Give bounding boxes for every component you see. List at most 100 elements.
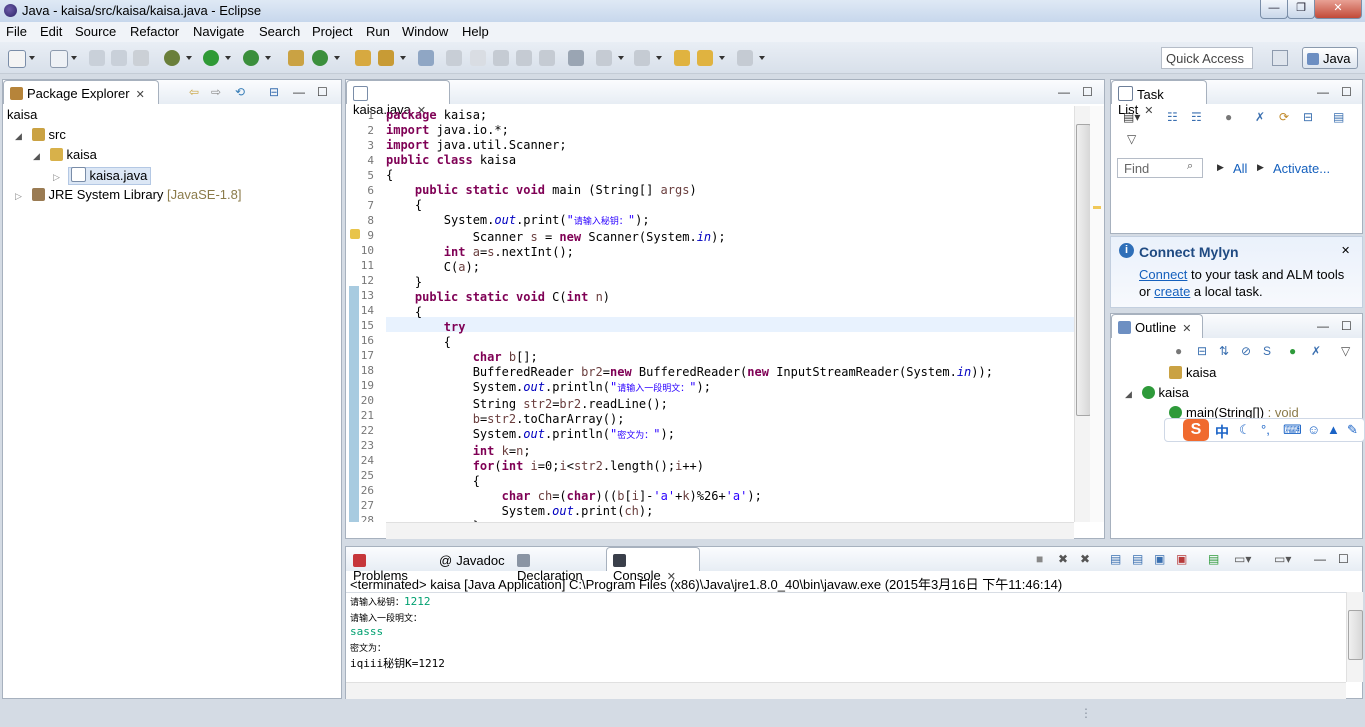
hide-static-icon[interactable]: ⊘ — [1241, 344, 1251, 358]
dropdown-chevron-icon[interactable]: ▽ — [1127, 132, 1136, 146]
back-nav-icon[interactable]: ⇦ — [189, 85, 199, 99]
next-annotation-icon[interactable] — [596, 50, 612, 66]
create-link[interactable]: create — [1154, 284, 1190, 299]
activate-link[interactable]: Activate... — [1273, 161, 1330, 176]
show-stdout-icon[interactable]: ▣ — [1154, 552, 1165, 566]
last-edit-icon[interactable] — [674, 50, 690, 66]
close-button[interactable]: ✕ — [1314, 0, 1362, 19]
menu-refactor[interactable]: Refactor — [130, 24, 179, 39]
punctuation-icon[interactable]: °, — [1261, 422, 1270, 437]
editor-text-area[interactable]: 1 2 3 4 5 6 7 8 9 10 11 12 13 14 15 16 17 18 19 20 21 22 23 24 2… — [346, 106, 1076, 522]
open-task-icon[interactable] — [418, 50, 434, 66]
mark-occurrences-icon[interactable] — [470, 50, 486, 66]
remove-launch-icon[interactable]: ✖ — [1058, 552, 1068, 566]
collapse-all-icon[interactable]: ⊟ — [1303, 110, 1313, 124]
view-menu-icon[interactable]: ▤ — [1333, 110, 1344, 124]
new-icon[interactable] — [8, 50, 26, 68]
search-tool-icon[interactable] — [378, 50, 394, 66]
new-java-package-icon[interactable] — [288, 50, 304, 66]
hide-local-types-icon[interactable]: ✗ — [1311, 344, 1321, 358]
skip-breakpoints-icon[interactable] — [568, 50, 584, 66]
scheduled-icon[interactable]: ☶ — [1191, 110, 1202, 124]
toggle-block-icon[interactable] — [493, 50, 509, 66]
maximize-view-icon[interactable]: ☐ — [1338, 552, 1349, 566]
quick-access-field[interactable]: Quick Access — [1161, 47, 1253, 69]
open-console-icon[interactable]: ▭▾ — [1274, 552, 1291, 566]
scroll-lock-icon[interactable]: ▤ — [1132, 552, 1143, 566]
java-perspective-button[interactable]: Java — [1302, 47, 1358, 69]
forward-icon[interactable] — [737, 50, 753, 66]
view-menu-icon[interactable]: ▽ — [1341, 344, 1350, 358]
minimize-view-icon[interactable]: — — [1317, 85, 1329, 99]
tree-item-kaisa-package[interactable]: ◢ kaisa — [33, 147, 97, 162]
console-vertical-scrollbar[interactable] — [1346, 592, 1363, 682]
terminate-icon[interactable]: ■ — [1036, 552, 1043, 566]
display-console-icon[interactable]: ▭▾ — [1234, 552, 1251, 566]
editor-vertical-scrollbar[interactable] — [1074, 106, 1091, 522]
new-task-icon[interactable]: ▤▾ — [1123, 110, 1140, 124]
minimize-view-icon[interactable]: — — [1314, 552, 1326, 566]
console-horizontal-scrollbar[interactable] — [346, 682, 1346, 699]
menu-project[interactable]: Project — [312, 24, 352, 39]
all-link[interactable]: All — [1233, 161, 1247, 176]
toggle-ant-icon[interactable] — [446, 50, 462, 66]
console-output[interactable]: 请输入秘钥：1212 请输入一段明文： sasss 密文为： iqiii秘钥K=… — [346, 592, 1346, 683]
moon-icon[interactable]: ☾ — [1239, 422, 1251, 438]
tree-item-src[interactable]: ◢ src — [15, 127, 66, 142]
focus-icon[interactable]: ● — [1225, 110, 1232, 124]
editor-horizontal-scrollbar[interactable] — [386, 522, 1074, 539]
pin-console-icon[interactable]: ▤ — [1208, 552, 1219, 566]
maximize-view-icon[interactable]: ☐ — [1341, 85, 1352, 99]
minimize-view-icon[interactable]: — — [1058, 85, 1070, 99]
scrollbar-thumb[interactable] — [1076, 124, 1091, 416]
maximize-button[interactable]: ❐ — [1287, 0, 1315, 19]
tab-package-explorer[interactable]: Package Explorer ✕ — [3, 80, 159, 104]
collapse-all-icon[interactable]: ⊟ — [269, 85, 279, 99]
menu-file[interactable]: File — [6, 24, 27, 39]
tree-item-kaisa-java[interactable]: ▷ kaisa.java — [53, 167, 152, 185]
keyboard-icon[interactable]: ⌨ — [1283, 422, 1302, 438]
open-perspective-icon[interactable] — [1272, 50, 1288, 66]
wrench-icon[interactable]: ✎ — [1347, 422, 1358, 438]
hide-nonpublic-icon[interactable]: S — [1263, 344, 1271, 358]
hide-fields-icon[interactable]: ● — [1175, 344, 1182, 358]
minimize-view-icon[interactable]: — — [293, 85, 305, 99]
close-icon[interactable]: ✕ — [1144, 105, 1153, 117]
ime-language-label[interactable]: 中 — [1215, 422, 1229, 442]
connect-link[interactable]: Connect — [1139, 267, 1187, 282]
menu-window[interactable]: Window — [402, 24, 448, 39]
maximize-view-icon[interactable]: ☐ — [317, 85, 328, 99]
debug-icon[interactable] — [164, 50, 180, 66]
tab-outline[interactable]: Outline ✕ — [1111, 314, 1203, 338]
categorized-icon[interactable]: ☷ — [1167, 110, 1178, 124]
sort-icon[interactable]: ⇅ — [1219, 344, 1229, 358]
outline-item-class[interactable]: ◢ kaisa — [1125, 385, 1189, 400]
minimize-button[interactable]: — — [1260, 0, 1288, 19]
close-icon[interactable]: ✕ — [1341, 244, 1350, 257]
run-icon[interactable] — [203, 50, 219, 66]
sync-icon[interactable]: ⟳ — [1279, 110, 1289, 124]
tab-kaisa-java[interactable]: kaisa.java ✕ — [346, 80, 450, 117]
prev-annotation-icon[interactable] — [634, 50, 650, 66]
remove-all-icon[interactable]: ✖ — [1080, 552, 1090, 566]
ime-toolbar[interactable]: S 中 ☾ °, ⌨ ☺ ▲ ✎ — [1164, 418, 1365, 442]
word-wrap-icon[interactable] — [539, 50, 555, 66]
forward-nav-icon[interactable]: ⇨ — [211, 85, 221, 99]
coverage-icon[interactable] — [243, 50, 259, 66]
menu-run[interactable]: Run — [366, 24, 390, 39]
new-java-class-icon[interactable] — [312, 50, 328, 66]
collapse-all-icon[interactable]: ⊟ — [1197, 344, 1207, 358]
tree-item-jre-library[interactable]: ▷ JRE System Library [JavaSE-1.8] — [15, 187, 241, 202]
tab-declaration[interactable]: Declaration — [510, 547, 606, 583]
menu-edit[interactable]: Edit — [40, 24, 62, 39]
menu-navigate[interactable]: Navigate — [193, 24, 244, 39]
new-wizard-icon[interactable] — [50, 50, 68, 68]
close-icon[interactable]: ✕ — [136, 89, 145, 101]
minimize-view-icon[interactable]: — — [1317, 319, 1329, 333]
show-whitespace-icon[interactable] — [516, 50, 532, 66]
print-icon[interactable] — [133, 50, 149, 66]
skin-icon[interactable]: ▲ — [1327, 422, 1340, 437]
link-editor-icon[interactable]: ⟲ — [235, 85, 245, 99]
maximize-view-icon[interactable]: ☐ — [1082, 85, 1093, 99]
tab-javadoc[interactable]: @ Javadoc — [432, 547, 512, 571]
